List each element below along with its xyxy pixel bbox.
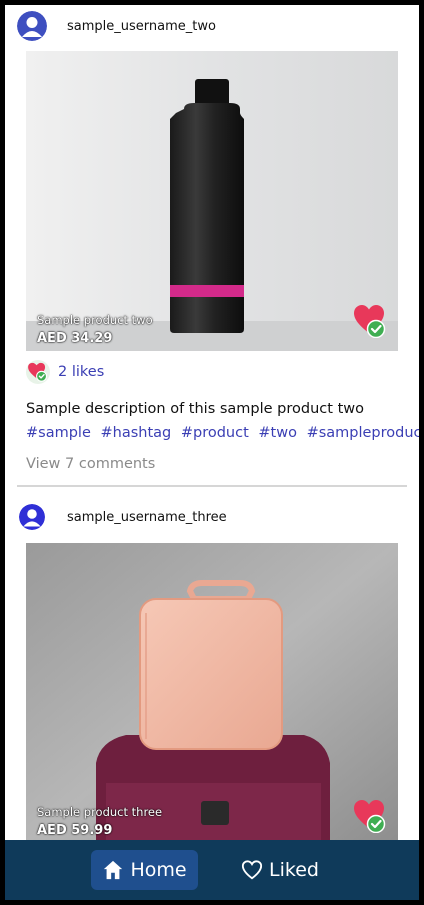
username[interactable]: sample_username_two	[67, 19, 216, 34]
bottom-nav: Home Liked	[5, 840, 419, 900]
nav-home-label: Home	[130, 859, 187, 881]
likes-count[interactable]: 2 likes	[58, 364, 104, 380]
hashtag[interactable]: #product	[181, 425, 249, 441]
user-avatar-icon[interactable]	[19, 504, 45, 530]
nav-liked-button[interactable]: Liked	[225, 850, 335, 890]
post-divider	[17, 485, 407, 487]
heart-check-icon[interactable]	[353, 799, 387, 834]
product-image[interactable]: Sample product two AED 34.29	[26, 51, 398, 351]
hashtag[interactable]: #hashtag	[100, 425, 171, 441]
product-name: Sample product three	[37, 805, 163, 819]
user-avatar-icon[interactable]	[17, 11, 47, 41]
hashtag[interactable]: #two	[258, 425, 297, 441]
nav-home-button[interactable]: Home	[91, 850, 198, 890]
nav-liked-label: Liked	[269, 859, 319, 881]
feed-screen: sample_username_two Sample product two A…	[5, 5, 419, 900]
hashtag[interactable]: #sampleproducttwo	[307, 425, 419, 441]
home-icon	[104, 860, 123, 880]
post-header: sample_username_two	[5, 8, 419, 44]
heart-check-icon	[26, 360, 50, 384]
hashtag[interactable]: #sample	[26, 425, 91, 441]
heart-outline-icon	[241, 860, 263, 880]
likes-row[interactable]: 2 likes	[26, 359, 104, 385]
product-price: AED 59.99	[37, 823, 113, 838]
view-comments-link[interactable]: View 7 comments	[26, 456, 155, 472]
heart-check-icon[interactable]	[353, 304, 387, 339]
product-description: Sample description of this sample produc…	[26, 401, 364, 417]
product-price: AED 34.29	[37, 331, 113, 346]
username[interactable]: sample_username_three	[67, 510, 227, 525]
product-name: Sample product two	[37, 313, 153, 327]
product-image[interactable]: Sample product three AED 59.99	[26, 543, 398, 843]
hashtag-list: #sample #hashtag #product #two #samplepr…	[26, 425, 419, 441]
post-header: sample_username_three	[5, 499, 419, 535]
